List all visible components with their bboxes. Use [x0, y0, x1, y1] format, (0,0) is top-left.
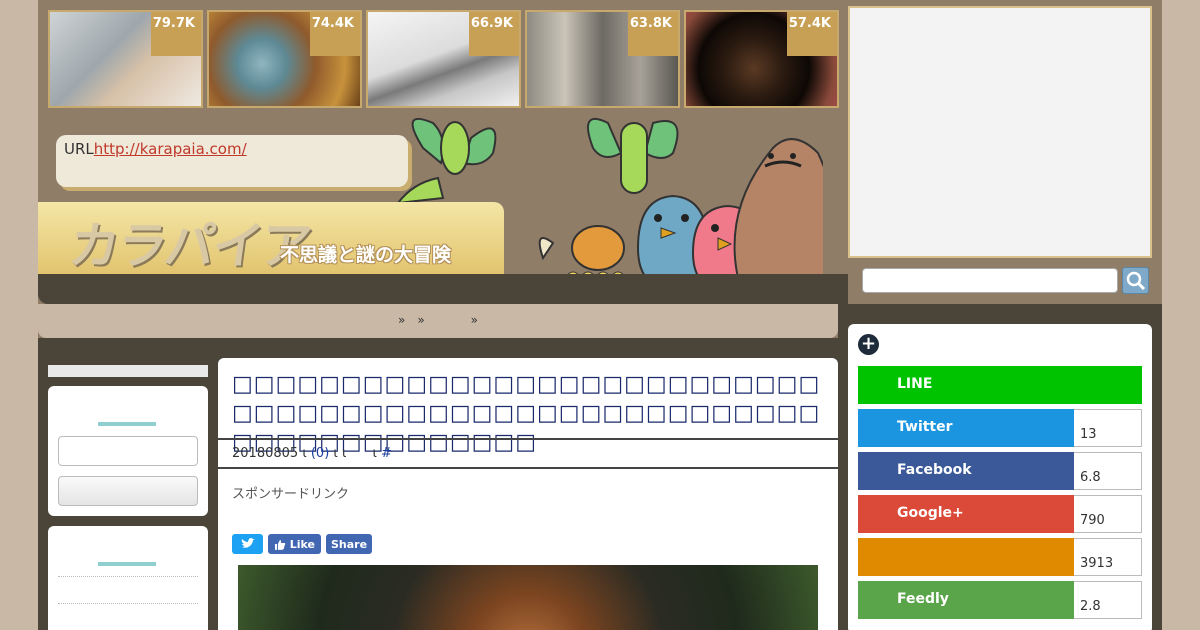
list-divider — [58, 576, 198, 577]
popular-thumbnails: 79.7K 74.4K 66.9K 63.8K 57.4K — [48, 10, 839, 108]
search-bar — [848, 258, 1162, 304]
share-count: 790 — [1074, 495, 1142, 533]
ad-box — [848, 6, 1152, 258]
like-label: Like — [289, 537, 315, 551]
view-count: 74.4K — [310, 12, 360, 56]
share-label: Share — [330, 537, 368, 551]
site-tagline: 不思議と謎の大冒険 — [280, 244, 452, 266]
list-divider — [58, 603, 198, 604]
site-url-link[interactable]: http://karapaia.com/ — [94, 140, 247, 158]
comment-count-link[interactable]: (0) — [311, 446, 329, 461]
view-count: 66.9K — [469, 12, 519, 56]
popular-thumb[interactable]: 66.9K — [366, 10, 521, 108]
popular-thumb[interactable]: 57.4K — [684, 10, 839, 108]
share-row[interactable]: Twitter 13 — [858, 409, 1142, 447]
search-input[interactable] — [862, 268, 1118, 293]
butterfly-character-icon — [587, 117, 679, 194]
breadcrumb-separator: » — [397, 313, 406, 327]
view-count: 63.8K — [628, 12, 678, 56]
article-share-buttons: Like Share — [232, 534, 372, 554]
share-count: 2.8 — [1074, 581, 1142, 619]
popular-thumb[interactable]: 74.4K — [207, 10, 362, 108]
share-row[interactable]: Facebook 6.8 — [858, 452, 1142, 490]
left-sidebar-header — [48, 365, 208, 377]
share-count: 13 — [1074, 409, 1142, 447]
widget-accent — [98, 562, 156, 566]
popular-thumb[interactable]: 79.7K — [48, 10, 203, 108]
search-button[interactable] — [1122, 267, 1149, 294]
left-sidebar-list-widget — [48, 526, 208, 630]
site-logo: カラパイア — [65, 216, 314, 275]
logo-banner[interactable]: カラパイア 不思議と謎の大冒険 — [38, 202, 504, 275]
view-count: 79.7K — [151, 12, 201, 56]
article-date: 20180805 — [232, 446, 299, 461]
brown-creature-icon — [733, 138, 823, 289]
view-count: 57.4K — [787, 12, 837, 56]
plus-icon[interactable]: + — [858, 334, 879, 355]
popular-thumb[interactable]: 63.8K — [525, 10, 680, 108]
sidebar-search-button[interactable] — [58, 476, 198, 506]
breadcrumb-separator: » — [417, 313, 425, 327]
butterfly-character-icon — [395, 118, 497, 205]
share-service-label[interactable]: Twitter — [858, 409, 1074, 447]
share-count: 3913 — [1074, 538, 1142, 576]
share-row[interactable]: Feedly 2.8 — [858, 581, 1142, 619]
social-share-panel: + LINE Twitter 13 Facebook 6.8 Google+ 790 3913… — [848, 324, 1152, 630]
search-icon — [1126, 271, 1146, 291]
share-service-label[interactable] — [858, 538, 1074, 576]
share-row[interactable]: Google+ 790 — [858, 495, 1142, 533]
left-sidebar-search-widget — [48, 386, 208, 516]
breadcrumb-separator: » — [470, 313, 479, 327]
article-photo — [238, 565, 818, 630]
share-count: 6.8 — [1074, 452, 1142, 490]
share-service-label[interactable]: Google+ — [858, 495, 1074, 533]
article: □□□□□□□□□□□□□□□□□□□□□□□□□□□□□□□□□□□□□□□□… — [218, 358, 838, 630]
widget-accent — [98, 422, 156, 426]
sidebar-search-input[interactable] — [58, 436, 198, 466]
hash-link[interactable]: # — [381, 446, 392, 461]
url-label: URL — [64, 140, 94, 158]
twitter-bird-icon — [241, 538, 255, 548]
breadcrumb: » » » — [38, 304, 838, 338]
facebook-share-button[interactable]: Share — [326, 534, 372, 554]
header-bar — [38, 274, 848, 304]
meta-separator: ι — [302, 446, 307, 461]
facebook-like-button[interactable]: Like — [268, 534, 321, 554]
share-service-label[interactable]: Feedly — [858, 581, 1074, 619]
share-row[interactable]: LINE — [858, 366, 1142, 404]
page: 79.7K 74.4K 66.9K 63.8K 57.4K URLhttp://… — [38, 0, 1162, 630]
meta-separator: ι ι — [333, 446, 347, 461]
share-service-label[interactable]: LINE — [858, 366, 1142, 404]
sponsored-link-label: スポンサードリンク — [232, 487, 350, 502]
article-meta: 20180805 ι (0) ι ι ι # — [218, 438, 838, 469]
meta-separator: ι — [372, 446, 377, 461]
share-service-label[interactable]: Facebook — [858, 452, 1074, 490]
url-bubble: URLhttp://karapaia.com/ — [56, 135, 408, 187]
tweet-button[interactable] — [232, 534, 263, 554]
thumbs-up-icon — [274, 539, 286, 550]
share-row[interactable]: 3913 — [858, 538, 1142, 576]
